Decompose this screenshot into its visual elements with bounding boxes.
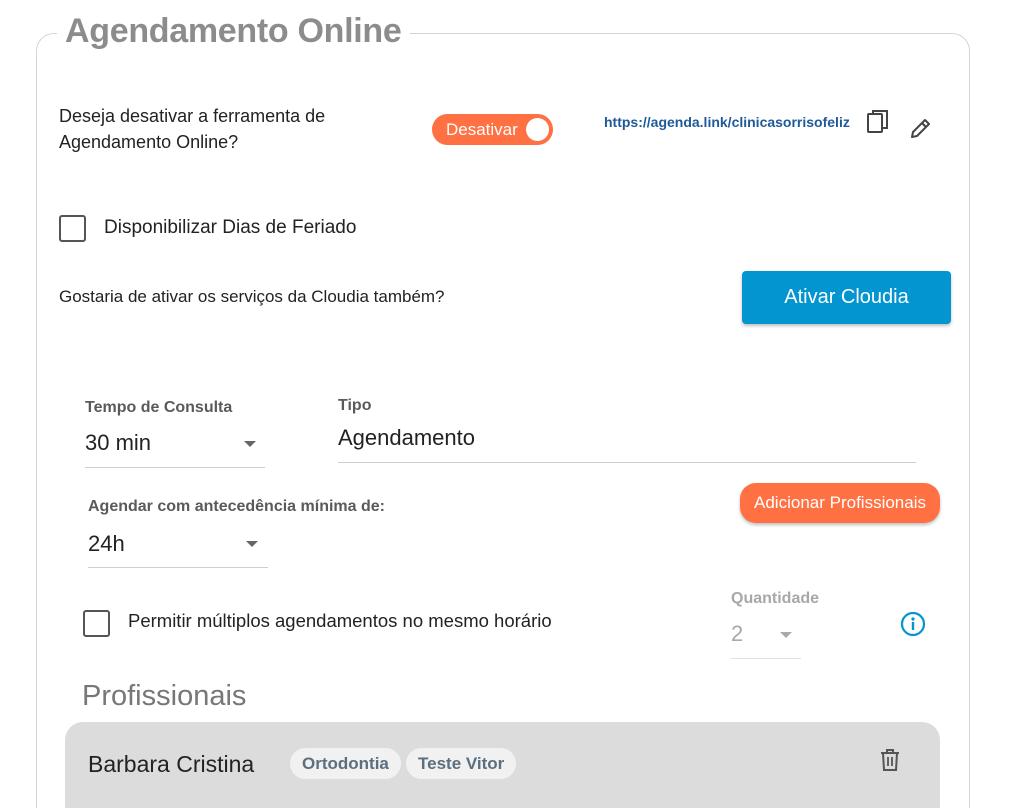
antecedencia-select[interactable]: 24h	[88, 524, 268, 568]
disable-question: Deseja desativar a ferramenta de Agendam…	[59, 106, 326, 152]
professionals-title: Profissionais	[82, 680, 247, 712]
section-title: Agendamento Online	[57, 12, 410, 51]
tipo-input[interactable]: Agendamento	[338, 420, 916, 463]
holidays-label: Disponibilizar Dias de Feriado	[104, 217, 357, 238]
tempo-label: Tempo de Consulta	[85, 399, 233, 416]
specialty-chip: Ortodontia	[290, 748, 401, 779]
toggle-knob	[526, 118, 549, 141]
tempo-value: 30 min	[85, 430, 152, 455]
pencil-icon[interactable]	[907, 114, 935, 142]
copy-icon[interactable]	[864, 108, 892, 136]
toggle-label: Desativar	[446, 119, 518, 139]
chevron-down-icon	[780, 632, 792, 638]
activate-cloudia-button[interactable]: Ativar Cloudia	[742, 271, 951, 324]
specialty-chip: Teste Vitor	[406, 748, 517, 779]
multiple-bookings-checkbox[interactable]	[83, 610, 110, 637]
holidays-checkbox[interactable]	[59, 215, 86, 242]
quantidade-label: Quantidade	[731, 590, 820, 607]
info-icon[interactable]	[899, 610, 927, 638]
agenda-link[interactable]: https://agenda.link/clinicasorrisofeliz	[604, 114, 850, 130]
tipo-label: Tipo	[338, 397, 372, 414]
tempo-select[interactable]: 30 min	[85, 424, 265, 468]
disable-toggle[interactable]: Desativar	[432, 114, 553, 145]
antecedencia-label: Agendar com antecedência mínima de:	[88, 498, 385, 515]
professional-card: Barbara Cristina Ortodontia Teste Vitor	[65, 722, 940, 808]
chevron-down-icon	[244, 441, 256, 447]
quantidade-select[interactable]: 2	[731, 614, 801, 659]
tipo-value: Agendamento	[338, 425, 475, 450]
quantidade-value: 2	[731, 621, 744, 646]
add-professionals-button[interactable]: Adicionar Profissionais	[740, 483, 940, 523]
professional-name: Barbara Cristina	[88, 751, 255, 777]
cloudia-question: Gostaria de ativar os serviços da Cloudi…	[59, 287, 445, 306]
antecedencia-value: 24h	[88, 531, 125, 556]
chevron-down-icon	[246, 541, 258, 547]
trash-icon[interactable]	[876, 746, 904, 774]
multiple-bookings-label: Permitir múltiplos agendamentos no mesmo…	[128, 610, 552, 631]
